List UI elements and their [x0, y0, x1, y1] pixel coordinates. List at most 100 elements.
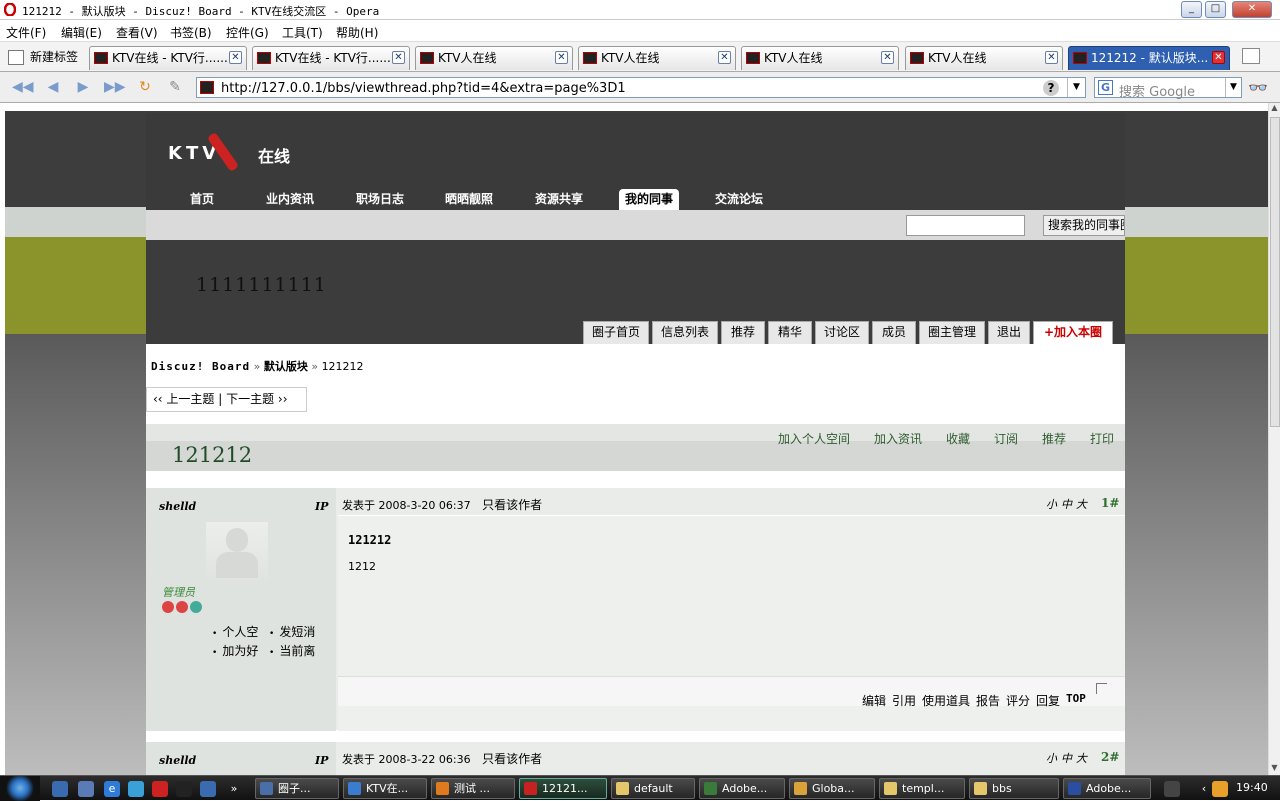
- browser-tab-active[interactable]: 121212 - 默认版块... ✕: [1068, 46, 1230, 70]
- add-to-news-link[interactable]: 加入资讯: [874, 430, 922, 447]
- close-tab-icon[interactable]: ✕: [1045, 51, 1058, 64]
- app-launcher-icon[interactable]: [78, 781, 94, 797]
- breadcrumb-root[interactable]: Discuz! Board: [151, 360, 250, 373]
- url-dropdown-icon[interactable]: ▼: [1067, 78, 1085, 97]
- ip-label[interactable]: IP: [315, 500, 328, 513]
- reload-icon[interactable]: ↻: [136, 78, 154, 96]
- subscribe-link[interactable]: 订阅: [994, 430, 1018, 447]
- avatar[interactable]: [206, 522, 268, 580]
- internet-explorer-icon[interactable]: e: [104, 781, 120, 797]
- rewind-icon[interactable]: ◀◀: [12, 78, 34, 96]
- only-author-link[interactable]: 只看该作者: [482, 498, 542, 512]
- browser-quicklaunch-icon[interactable]: [200, 781, 216, 797]
- forward-icon[interactable]: ▶: [74, 78, 92, 96]
- nav-resources[interactable]: 资源共享: [529, 189, 589, 210]
- menu-tools[interactable]: 工具(T): [282, 24, 323, 41]
- taskbar-button[interactable]: KTV在...: [343, 778, 427, 799]
- font-size-switch[interactable]: 小中大: [1046, 750, 1091, 766]
- post-author-name[interactable]: shelld: [159, 500, 196, 513]
- search-colleagues-button[interactable]: 搜索我的同事圈: [1043, 215, 1125, 236]
- thread-prev-next-nav[interactable]: ‹‹ 上一主题 | 下一主题 ››: [146, 387, 307, 412]
- close-tab-icon[interactable]: ✕: [229, 51, 242, 64]
- zoom-glasses-icon[interactable]: 👓: [1248, 78, 1268, 97]
- new-tab-button[interactable]: 新建标签: [8, 46, 78, 68]
- add-to-space-link[interactable]: 加入个人空间: [778, 430, 850, 447]
- user-space-link[interactable]: 个人空: [212, 623, 258, 640]
- post-floor-number[interactable]: 1#: [1101, 496, 1119, 510]
- tray-expand-icon[interactable]: ‹: [1196, 781, 1212, 797]
- use-tool-link[interactable]: 使用道具: [922, 692, 970, 709]
- back-to-top-link[interactable]: TOP: [1066, 692, 1086, 705]
- browser-tab[interactable]: KTV人在线 ✕: [905, 46, 1063, 70]
- taskbar-button-active[interactable]: 12121...: [519, 778, 607, 799]
- nav-industry-news[interactable]: 业内资讯: [260, 189, 320, 210]
- vertical-scrollbar[interactable]: ▲ ▼: [1268, 103, 1280, 775]
- menu-edit[interactable]: 编辑(E): [61, 24, 102, 41]
- circle-tab-home[interactable]: 圈子首页: [583, 321, 649, 344]
- collapse-corner-icon[interactable]: [1096, 683, 1107, 694]
- browser-tab[interactable]: KTV在线 - KTV行...... ✕: [252, 46, 410, 70]
- volume-icon[interactable]: [1212, 781, 1228, 797]
- nav-home[interactable]: 首页: [184, 189, 220, 210]
- scroll-up-icon[interactable]: ▲: [1269, 103, 1280, 115]
- quote-link[interactable]: 引用: [892, 692, 916, 709]
- post-floor-number[interactable]: 2#: [1101, 750, 1119, 764]
- taskbar-button[interactable]: Adobe...: [699, 778, 785, 799]
- nav-photos[interactable]: 晒晒靓照: [439, 189, 499, 210]
- opera-quicklaunch-icon[interactable]: [152, 781, 168, 797]
- nav-forum[interactable]: 交流论坛: [709, 189, 769, 210]
- nav-work-log[interactable]: 职场日志: [350, 189, 410, 210]
- rate-link[interactable]: 评分: [1006, 692, 1030, 709]
- add-friend-link[interactable]: 加为好: [212, 642, 258, 659]
- close-tab-icon[interactable]: ✕: [718, 51, 731, 64]
- only-author-link[interactable]: 只看该作者: [482, 752, 542, 766]
- back-icon[interactable]: ◀: [44, 78, 62, 96]
- reply-link[interactable]: 回复: [1036, 692, 1060, 709]
- taskbar-button[interactable]: Globa...: [789, 778, 875, 799]
- breadcrumb-forum[interactable]: 默认版块: [264, 360, 308, 373]
- favorite-link[interactable]: 收藏: [946, 430, 970, 447]
- close-tab-icon[interactable]: ✕: [392, 51, 405, 64]
- nav-my-colleagues[interactable]: 我的同事: [619, 189, 680, 210]
- circle-tab-discussion[interactable]: 讨论区: [815, 321, 869, 344]
- start-button[interactable]: [0, 776, 40, 801]
- taskbar-button[interactable]: bbs: [969, 778, 1059, 799]
- maximize-button[interactable]: □: [1205, 1, 1226, 18]
- browser-tab[interactable]: KTV人在线 ✕: [741, 46, 899, 70]
- ktv-logo[interactable]: KTV 在线: [168, 125, 298, 175]
- join-circle-button[interactable]: +加入本圈: [1033, 321, 1113, 344]
- messenger-icon[interactable]: [128, 781, 144, 797]
- search-engine-dropdown-icon[interactable]: ▼: [1225, 78, 1241, 97]
- close-tab-icon[interactable]: ✕: [555, 51, 568, 64]
- recommend-link[interactable]: 推荐: [1042, 430, 1066, 447]
- trash-icon[interactable]: [1242, 48, 1260, 64]
- ip-label[interactable]: IP: [315, 754, 328, 767]
- circle-tab-members[interactable]: 成员: [872, 321, 916, 344]
- menu-widgets[interactable]: 控件(G): [226, 24, 269, 41]
- clock[interactable]: 19:40: [1236, 781, 1268, 794]
- minimize-button[interactable]: _: [1181, 1, 1202, 18]
- close-window-button[interactable]: ✕: [1232, 1, 1272, 18]
- taskbar-button[interactable]: 测试 ...: [431, 778, 515, 799]
- site-search-input[interactable]: [906, 215, 1025, 236]
- window-title-bar[interactable]: 121212 - 默认版块 - Discuz! Board - KTV在线交流区…: [0, 0, 1280, 20]
- circle-tab-featured[interactable]: 精华: [768, 321, 812, 344]
- search-google-field[interactable]: G 搜索 Google ▼: [1094, 77, 1242, 100]
- menu-bookmarks[interactable]: 书签(B): [170, 24, 212, 41]
- url-field[interactable]: http://127.0.0.1/bbs/viewthread.php?tid=…: [196, 77, 1086, 98]
- menu-file[interactable]: 文件(F): [6, 24, 46, 41]
- post-author-name[interactable]: shelld: [159, 754, 196, 767]
- taskbar-button[interactable]: default: [611, 778, 695, 799]
- site-info-icon[interactable]: ?: [1043, 80, 1059, 96]
- print-link[interactable]: 打印: [1090, 430, 1114, 447]
- browser-tab[interactable]: KTV在线 - KTV行...... ✕: [89, 46, 247, 70]
- send-message-link[interactable]: 发短消: [269, 623, 315, 640]
- more-quicklaunch-icon[interactable]: »: [226, 781, 242, 797]
- taskbar-button[interactable]: 圈子...: [255, 778, 339, 799]
- taskbar-button[interactable]: templ...: [879, 778, 965, 799]
- menu-view[interactable]: 查看(V): [116, 24, 158, 41]
- scrollbar-thumb[interactable]: [1270, 117, 1280, 427]
- browser-tab[interactable]: KTV人在线 ✕: [578, 46, 736, 70]
- edit-post-link[interactable]: 编辑: [862, 692, 886, 709]
- circle-tab-recommend[interactable]: 推荐: [721, 321, 765, 344]
